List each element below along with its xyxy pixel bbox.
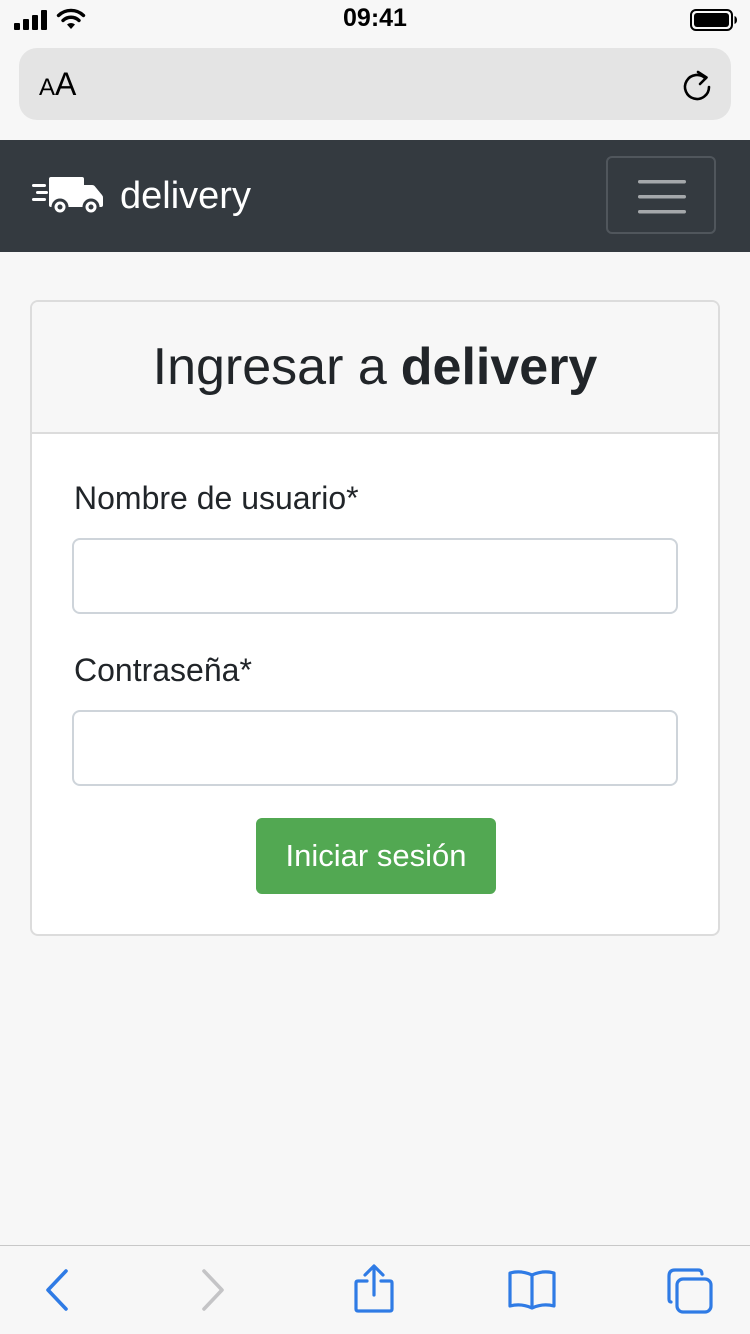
tabs-icon[interactable] xyxy=(666,1268,714,1314)
share-icon[interactable] xyxy=(352,1264,396,1314)
username-input[interactable] xyxy=(72,538,678,614)
card-title-prefix: Ingresar a xyxy=(152,338,387,396)
brand-name: delivery xyxy=(120,174,251,217)
navbar: delivery xyxy=(0,140,750,252)
status-bar: 09:41 xyxy=(0,0,750,40)
large-a-glyph: A xyxy=(55,66,77,102)
password-input[interactable] xyxy=(72,710,678,786)
truck-icon xyxy=(32,177,103,215)
navbar-brand[interactable]: delivery xyxy=(32,172,251,220)
back-icon[interactable] xyxy=(42,1268,72,1312)
text-size-button[interactable]: AA xyxy=(39,66,76,102)
card-header: Ingresar a delivery xyxy=(32,302,718,434)
username-label: Nombre de usuario* xyxy=(74,480,359,516)
battery-icon xyxy=(690,9,737,31)
reload-icon[interactable] xyxy=(681,68,713,102)
hamburger-icon xyxy=(638,180,686,214)
address-bar[interactable]: AA xyxy=(19,48,731,120)
status-time: 09:41 xyxy=(343,4,407,32)
card-title-brand: delivery xyxy=(400,338,598,396)
bookmarks-icon[interactable] xyxy=(507,1268,557,1312)
forward-icon[interactable] xyxy=(198,1268,228,1312)
small-a-glyph: A xyxy=(39,74,56,101)
navbar-toggle-button[interactable] xyxy=(606,156,716,234)
bottom-toolbar xyxy=(0,1245,750,1334)
password-label: Contraseña* xyxy=(74,652,252,688)
login-button[interactable]: Iniciar sesión xyxy=(256,818,496,894)
login-card: Ingresar a delivery Nombre de usuario* Co… xyxy=(30,300,720,936)
